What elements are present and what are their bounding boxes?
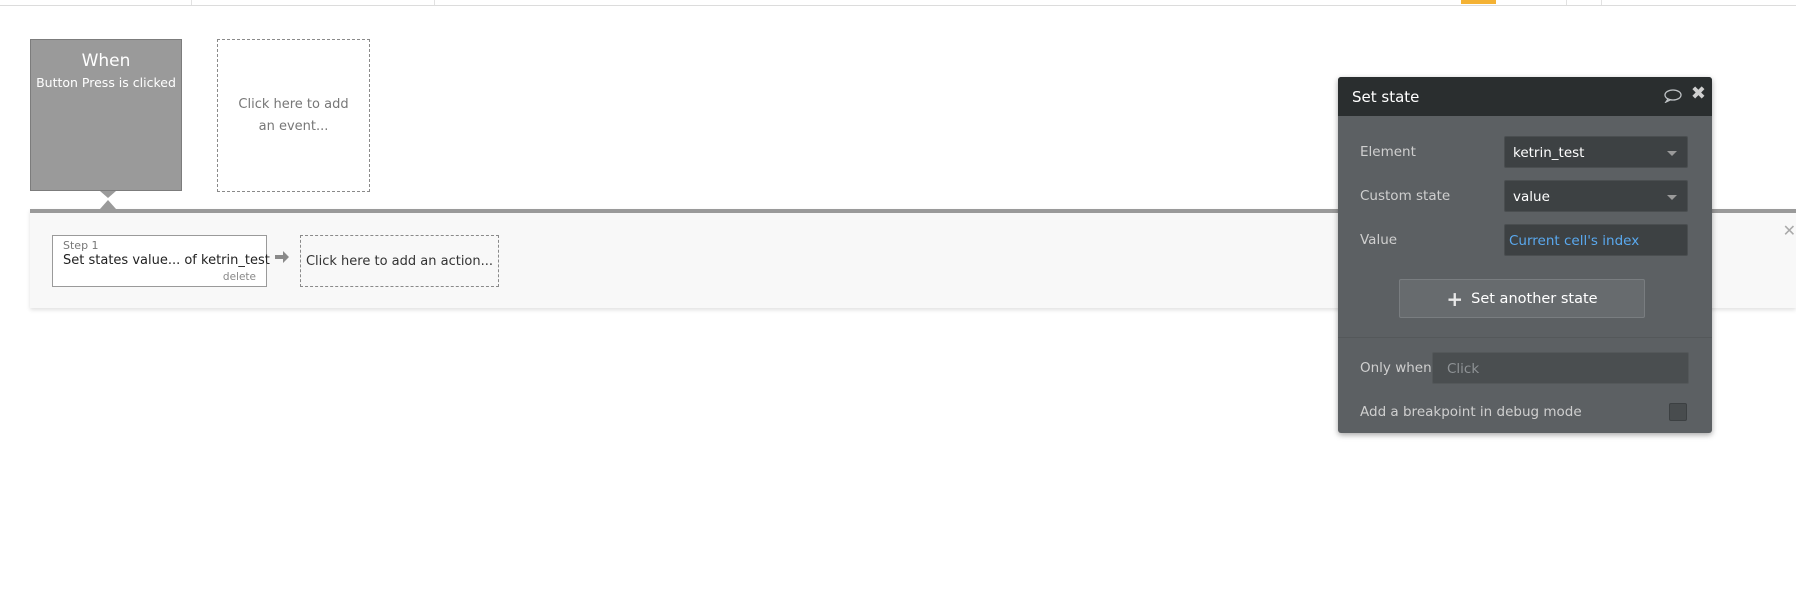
element-value: ketrin_test — [1513, 145, 1585, 161]
toolbar-separator — [1566, 0, 1567, 5]
step-title: Set states value... of ketrin_test — [63, 253, 270, 268]
panel-title: Set state — [1352, 88, 1420, 106]
panel-divider — [1338, 337, 1712, 338]
step-number: Step 1 — [63, 239, 99, 252]
add-action-label: Click here to add an action... — [305, 253, 494, 269]
custom-state-label: Custom state — [1360, 188, 1451, 204]
toolbar-separator — [191, 0, 192, 5]
only-when-label: Only when — [1360, 360, 1432, 376]
event-card[interactable]: When Button Press is clicked — [30, 39, 182, 198]
panel-header: Set state ✖ — [1338, 77, 1712, 116]
element-dropdown[interactable]: ketrin_test — [1504, 136, 1688, 168]
caret-down-icon — [1667, 195, 1677, 200]
toolbar-separator — [1601, 0, 1602, 5]
only-when-placeholder: Click — [1447, 361, 1480, 377]
value-expression-field[interactable]: Current cell's index — [1504, 224, 1688, 256]
comment-icon[interactable] — [1664, 89, 1682, 104]
only-when-input[interactable]: Click — [1432, 352, 1689, 384]
custom-state-dropdown[interactable]: value — [1504, 180, 1688, 212]
element-label: Element — [1360, 144, 1416, 160]
close-icon[interactable]: ✖ — [1691, 83, 1706, 104]
actions-strip-pointer — [100, 200, 116, 209]
set-another-state-button[interactable]: + Set another state — [1399, 279, 1645, 318]
event-description: Button Press is clicked — [36, 75, 176, 90]
breakpoint-label: Add a breakpoint in debug mode — [1360, 404, 1582, 420]
custom-state-value: value — [1513, 189, 1550, 205]
event-when-label: When — [81, 51, 131, 71]
caret-down-icon — [1667, 151, 1677, 156]
close-icon[interactable]: ✕ — [1783, 221, 1796, 240]
toolbar-separator — [434, 0, 435, 5]
delete-step-link[interactable]: delete — [223, 271, 256, 283]
arrow-right-icon — [274, 249, 290, 270]
value-expression[interactable]: Current cell's index — [1509, 233, 1639, 249]
set-state-panel: Set state ✖ Element ketrin_test Custom s… — [1338, 77, 1712, 433]
event-selected-pointer — [100, 191, 116, 198]
plus-icon: + — [1446, 286, 1464, 311]
set-another-state-label: Set another state — [1471, 290, 1598, 307]
add-event-label: Click here to add an event... — [238, 96, 349, 134]
add-event-button[interactable]: Click here to add an event... — [217, 39, 370, 192]
value-label: Value — [1360, 232, 1398, 248]
add-action-button[interactable]: Click here to add an action... — [300, 235, 499, 287]
active-tab-indicator — [1461, 0, 1496, 4]
breakpoint-checkbox[interactable] — [1669, 403, 1687, 421]
top-toolbar-strip — [0, 0, 1796, 6]
action-step-card[interactable]: Step 1 Set states value... of ketrin_tes… — [52, 235, 270, 287]
